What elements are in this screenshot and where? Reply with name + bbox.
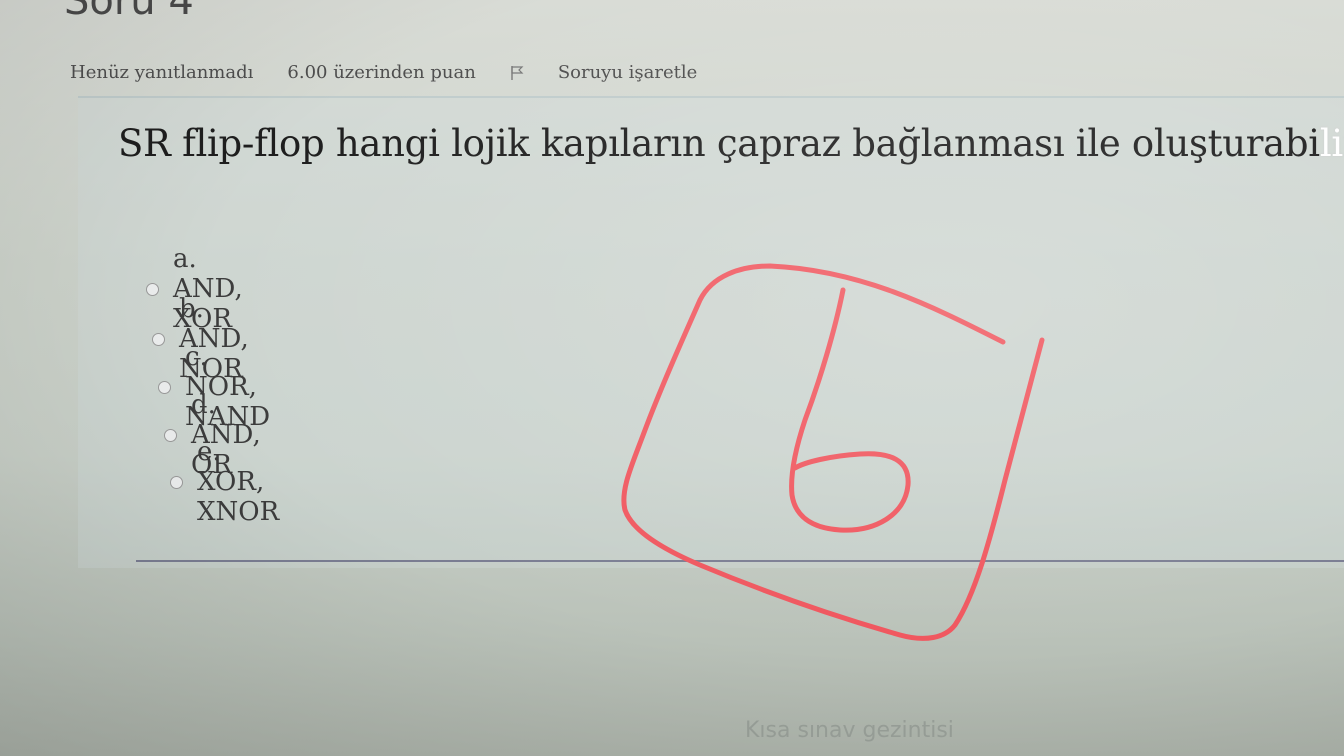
question-number-title: Soru 4 (64, 0, 194, 24)
question-text-main: SR flip-flop hangi lojik kapıların çapra… (118, 122, 1320, 165)
section-divider (136, 560, 1344, 562)
quiz-navigation-title: Kısa sınav gezintisi (745, 718, 954, 743)
flag-question-label[interactable]: Soruyu işaretle (558, 62, 697, 83)
question-points: 6.00 üzerinden puan (287, 62, 476, 83)
option-e-label[interactable]: e. XOR, XNOR (197, 437, 279, 527)
question-text: SR flip-flop hangi lojik kapıların çapra… (118, 122, 1344, 165)
flag-question-link[interactable]: Soruyu işaretle (510, 62, 731, 83)
option-e[interactable]: e. XOR, XNOR (170, 437, 279, 527)
question-status: Henüz yanıtlanmadı (70, 62, 254, 83)
flag-icon[interactable] (510, 65, 524, 81)
question-text-faded: lir? (1319, 122, 1344, 165)
option-e-radio[interactable] (170, 475, 183, 489)
question-info-row: Henüz yanıtlanmadı 6.00 üzerinden puan S… (70, 62, 765, 83)
